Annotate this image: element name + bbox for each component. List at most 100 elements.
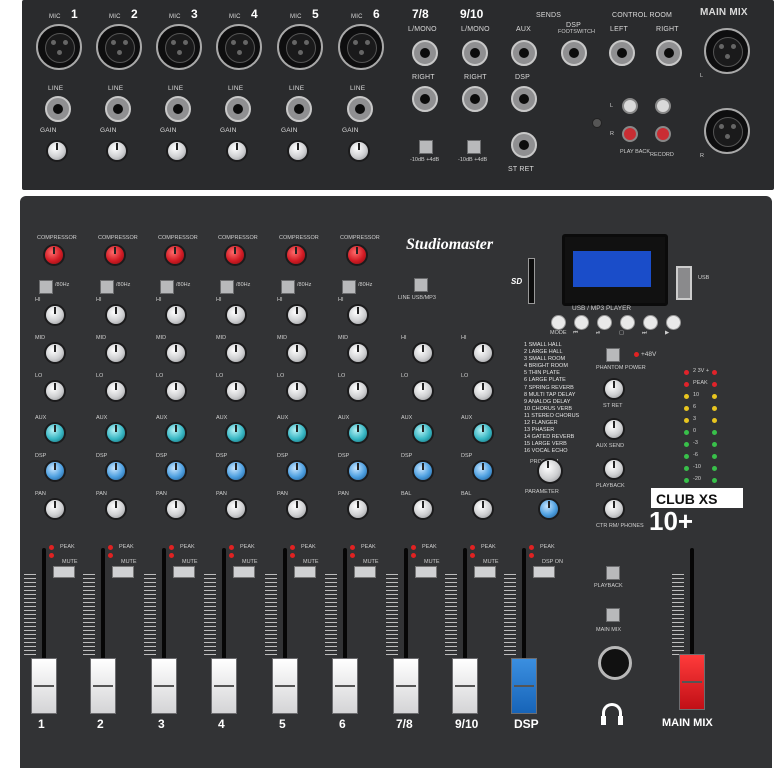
stereo-bal-knob-2[interactable] <box>474 500 492 518</box>
fader-knob-2[interactable] <box>90 658 116 714</box>
stereo-dsp-knob-2[interactable] <box>474 462 492 480</box>
mic-input-4[interactable] <box>216 24 262 70</box>
mute-button-2[interactable] <box>112 566 134 578</box>
dsp-knob-4[interactable] <box>227 462 245 480</box>
filter-button-4[interactable] <box>220 280 234 294</box>
sd-card-slot[interactable] <box>528 258 535 304</box>
fader-knob-7[interactable] <box>393 658 419 714</box>
compressor-knob-6[interactable] <box>348 246 366 264</box>
mid-knob-1[interactable] <box>46 344 64 362</box>
mute-button-6[interactable] <box>354 566 376 578</box>
control-room-left-jack[interactable] <box>609 40 635 66</box>
program-knob[interactable] <box>539 460 561 482</box>
lo-knob-5[interactable] <box>288 382 306 400</box>
control-room-right-jack[interactable] <box>656 40 682 66</box>
jack-7-8-right[interactable] <box>412 86 438 112</box>
playback-rca-r[interactable] <box>622 126 638 142</box>
st-ret-jack[interactable] <box>511 132 537 158</box>
dsp-knob-3[interactable] <box>167 462 185 480</box>
mid-knob-4[interactable] <box>227 344 245 362</box>
mute-button-7[interactable] <box>415 566 437 578</box>
playback-knob[interactable] <box>605 460 623 478</box>
fader-knob-10[interactable] <box>679 654 705 710</box>
stereo-dsp-knob-1[interactable] <box>414 462 432 480</box>
line-input-3[interactable] <box>165 96 191 122</box>
aux-knob-1[interactable] <box>46 424 64 442</box>
phantom-power-button[interactable] <box>606 348 620 362</box>
pan-knob-4[interactable] <box>227 500 245 518</box>
stereo-hi-knob-2[interactable] <box>474 344 492 362</box>
stereo-aux-knob-2[interactable] <box>474 424 492 442</box>
fader-knob-3[interactable] <box>151 658 177 714</box>
main-mix-xlr-right[interactable] <box>704 108 750 154</box>
aux-send-jack[interactable] <box>511 40 537 66</box>
compressor-knob-4[interactable] <box>226 246 244 264</box>
stereo-bal-knob-1[interactable] <box>414 500 432 518</box>
lo-knob-1[interactable] <box>46 382 64 400</box>
phones-knob[interactable] <box>605 500 623 518</box>
mute-button-3[interactable] <box>173 566 195 578</box>
filter-button-1[interactable] <box>39 280 53 294</box>
line-input-4[interactable] <box>225 96 251 122</box>
gain-knob-4[interactable] <box>228 142 246 160</box>
record-rca-l[interactable] <box>655 98 671 114</box>
main-mix-assign-button[interactable] <box>606 608 620 622</box>
stereo-aux-knob-1[interactable] <box>414 424 432 442</box>
line-input-6[interactable] <box>347 96 373 122</box>
line-input-5[interactable] <box>286 96 312 122</box>
parameter-knob[interactable] <box>540 500 558 518</box>
compressor-knob-5[interactable] <box>287 246 305 264</box>
fader-knob-4[interactable] <box>211 658 237 714</box>
pan-knob-2[interactable] <box>107 500 125 518</box>
mute-button-4[interactable] <box>233 566 255 578</box>
pan-knob-5[interactable] <box>288 500 306 518</box>
dsp-knob-6[interactable] <box>349 462 367 480</box>
mic-input-6[interactable] <box>338 24 384 70</box>
hi-knob-4[interactable] <box>227 306 245 324</box>
jack-9-10-left[interactable] <box>462 40 488 66</box>
aux-knob-2[interactable] <box>107 424 125 442</box>
player-button-1[interactable] <box>574 315 589 330</box>
player-button-4[interactable] <box>643 315 658 330</box>
fader-knob-1[interactable] <box>31 658 57 714</box>
line-input-1[interactable] <box>45 96 71 122</box>
jack-7-8-left[interactable] <box>412 40 438 66</box>
footswitch-jack[interactable] <box>561 40 587 66</box>
pan-knob-3[interactable] <box>167 500 185 518</box>
dsp-knob-1[interactable] <box>46 462 64 480</box>
lo-knob-6[interactable] <box>349 382 367 400</box>
stereo-lo-knob-1[interactable] <box>414 382 432 400</box>
gain-knob-3[interactable] <box>168 142 186 160</box>
headphone-jack[interactable] <box>598 646 632 680</box>
aux-knob-4[interactable] <box>227 424 245 442</box>
player-button-2[interactable] <box>597 315 612 330</box>
mute-button-1[interactable] <box>53 566 75 578</box>
mid-knob-5[interactable] <box>288 344 306 362</box>
hi-knob-3[interactable] <box>167 306 185 324</box>
playback-assign-button[interactable] <box>606 566 620 580</box>
filter-button-5[interactable] <box>281 280 295 294</box>
line-input-2[interactable] <box>105 96 131 122</box>
player-button-3[interactable] <box>620 315 635 330</box>
playback-rca-l[interactable] <box>622 98 638 114</box>
filter-button-3[interactable] <box>160 280 174 294</box>
gain-knob-6[interactable] <box>350 142 368 160</box>
fader-knob-8[interactable] <box>452 658 478 714</box>
dsp-knob-5[interactable] <box>288 462 306 480</box>
lo-knob-4[interactable] <box>227 382 245 400</box>
aux-knob-6[interactable] <box>349 424 367 442</box>
aux-send-knob[interactable] <box>605 420 623 438</box>
aux-knob-3[interactable] <box>167 424 185 442</box>
record-rca-r[interactable] <box>655 126 671 142</box>
aux-knob-5[interactable] <box>288 424 306 442</box>
compressor-knob-2[interactable] <box>106 246 124 264</box>
gain-knob-2[interactable] <box>108 142 126 160</box>
mic-input-3[interactable] <box>156 24 202 70</box>
mic-input-1[interactable] <box>36 24 82 70</box>
mic-input-5[interactable] <box>277 24 323 70</box>
usb-port[interactable] <box>676 266 692 300</box>
mid-knob-3[interactable] <box>167 344 185 362</box>
gain-knob-5[interactable] <box>289 142 307 160</box>
pad-button-7-8[interactable] <box>419 140 433 154</box>
hi-knob-2[interactable] <box>107 306 125 324</box>
